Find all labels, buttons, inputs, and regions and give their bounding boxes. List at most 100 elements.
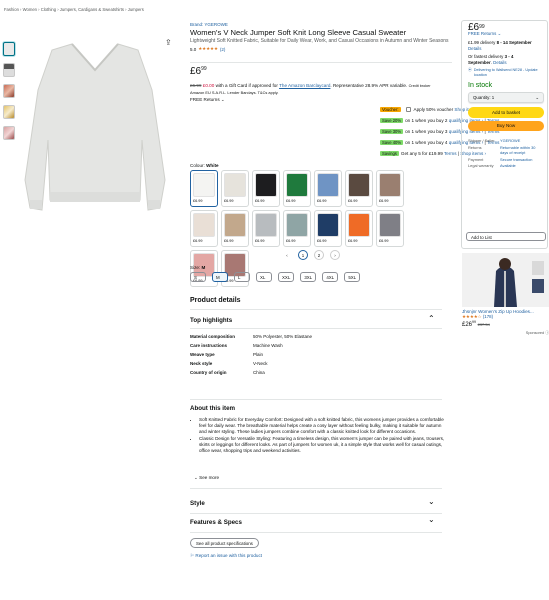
delivery-details-link[interactable]: Details [468,46,544,52]
buy-now-button[interactable]: Buy Now [468,120,544,132]
thumbnail-1[interactable] [3,42,15,56]
add-to-list-button[interactable]: Add to List [466,232,546,241]
spec-row: Neck style V-Neck [190,361,440,366]
ad-image[interactable] [462,253,549,307]
seller-value[interactable]: Available [500,164,544,169]
thumbnail-3[interactable] [3,84,15,98]
promo-sep: | [457,151,459,156]
colour-swatch[interactable]: £6.99 [345,170,373,207]
spec-row: Care instructions Machine Wash [190,343,440,348]
divider [190,309,442,310]
buybox-price-pence: 99 [479,24,485,30]
see-all-specs-button[interactable]: See all product specifications [190,538,259,548]
size-options: S M L XL XXL 3XL 4XL 5XL [190,272,361,282]
quantity-value: Quantity: 1 [473,94,495,100]
size-option-selected[interactable]: M [212,272,228,282]
colour-swatch[interactable]: £6.99 [376,210,404,247]
voucher-checkbox[interactable] [405,107,411,113]
swatch-price: £6.99 [348,199,358,203]
chevron-down-icon[interactable]: ⌄ [428,497,435,506]
pager-prev[interactable]: ‹ [282,250,292,260]
report-issue-link[interactable]: Report an issue with this product [195,553,262,558]
seller-key: Returns [468,144,482,150]
thumbnail-5[interactable] [3,126,15,140]
add-to-basket-button[interactable]: Add to basket [468,107,544,118]
swatch-image [255,173,277,197]
swatch-price: £6.99 [379,239,389,243]
main-product-image[interactable] [20,30,170,220]
colour-swatch[interactable]: £6.99 [376,170,404,207]
seller-key: Payment [468,156,484,162]
share-icon[interactable]: ⇪ [165,38,172,47]
seller-value[interactable]: Secure transaction [500,157,544,163]
ad-image-drawing [462,253,549,307]
gift-text: with a Gift Card if approved for [215,83,278,88]
buybox-free-returns[interactable]: FREE Returns ⌄ [468,31,544,37]
star-rating-icon[interactable]: ★★★★★ [198,46,218,52]
colour-swatch[interactable]: £6.99 [314,170,342,207]
ad-star-icon: ★★★★☆ [462,314,482,319]
pager-page-2[interactable]: 2 [314,250,324,260]
see-more-link[interactable]: ⌄ See more [194,475,219,481]
colour-swatch[interactable]: £6.99 [221,210,249,247]
title-block: Brand: YGEROWE Women's V Neck Jumper Sof… [190,22,452,52]
spec-value: China [253,370,265,375]
swatch-pager: ‹ 1 2 › [282,250,340,260]
colour-swatch[interactable]: £6.99 [283,210,311,247]
colour-swatch[interactable]: £6.99 [314,210,342,247]
colour-swatch[interactable]: £6.99 [345,210,373,247]
features-heading[interactable]: Features & Specs [190,519,242,526]
colour-swatch[interactable]: £6.99 [283,170,311,207]
promo-text: on 1 when you buy 2 [405,118,448,123]
top-highlights-heading[interactable]: Top highlights [190,317,232,324]
swatch-price: £6.99 [193,199,203,203]
swatch-price: £6.99 [379,199,389,203]
seller-row: Payment Secure transaction [468,156,544,163]
ad-price: £26 [462,322,473,328]
size-option[interactable]: 5XL [344,272,361,282]
seller-value[interactable]: Returnable within 30 days of receipt [500,145,544,156]
ad-price-row: £2699 £37.54 [462,320,549,328]
colour-swatch[interactable]: £6.99 [190,170,218,207]
thumbnail-2[interactable] [3,63,15,77]
product-title: Women's V Neck Jumper Soft Knit Long Sle… [190,28,407,37]
size-option[interactable]: S [190,272,206,282]
size-option[interactable]: 4XL [322,272,339,282]
size-option[interactable]: 3XL [300,272,317,282]
swatch-image [255,213,277,237]
gift-card-line: £6.99 £0.00 with a Gift Card if approved… [190,83,431,88]
swatch-image [379,173,401,197]
swatch-price: £6.99 [286,239,296,243]
style-heading[interactable]: Style [190,500,205,507]
colour-swatch[interactable]: £6.99 [252,170,280,207]
size-option[interactable]: XXL [278,272,295,282]
flag-icon: ⚐ [190,553,195,558]
colour-swatch[interactable]: £6.99 [252,210,280,247]
chevron-up-icon[interactable]: ⌃ [428,314,435,323]
buy-box: £699 FREE Returns ⌄ £1.99 delivery 8 - 1… [461,20,548,249]
size-option[interactable]: XL [256,272,272,282]
fastest-details-link[interactable]: Details [493,60,506,65]
seller-value[interactable]: YGEROWE [500,138,544,144]
colour-swatch[interactable]: £6.99 [221,170,249,207]
size-option[interactable]: L [234,272,250,282]
quantity-select[interactable]: Quantity: 1 ⌄ [468,91,544,104]
colour-swatch[interactable]: £6.99 [190,210,218,247]
swatch-image [317,173,339,197]
free-returns-link[interactable]: FREE Returns ⌄ [190,97,225,103]
sponsored-ad[interactable]: Jhsnjnr Women's Zip Up Hoodies... ★★★★☆ … [462,253,549,336]
gift-tail: . Representative 28.9% APR variable. [330,83,408,88]
deliver-to-row[interactable]: ⦿ Delivering to Wallsend NE28 - Update lo… [468,68,544,77]
chevron-down-icon[interactable]: ⌄ [428,515,435,524]
brand-link[interactable]: Brand: YGEROWE [190,22,452,27]
rating-count[interactable]: (2) [220,47,226,52]
breadcrumb[interactable]: Fashion › Women › Clothing › Jumpers, Ca… [4,7,144,12]
ad-rating-count[interactable]: (178) [483,314,493,319]
promo-link[interactable]: Terms [444,151,457,156]
pager-page-1[interactable]: 1 [298,250,308,260]
fastest-prefix: Or fastest delivery [468,54,504,59]
thumbnail-4[interactable] [3,105,15,119]
swatch-price: £6.99 [193,239,203,243]
barclaycard-link[interactable]: The Amazon Barclaycard [279,83,330,88]
pager-next[interactable]: › [330,250,340,260]
